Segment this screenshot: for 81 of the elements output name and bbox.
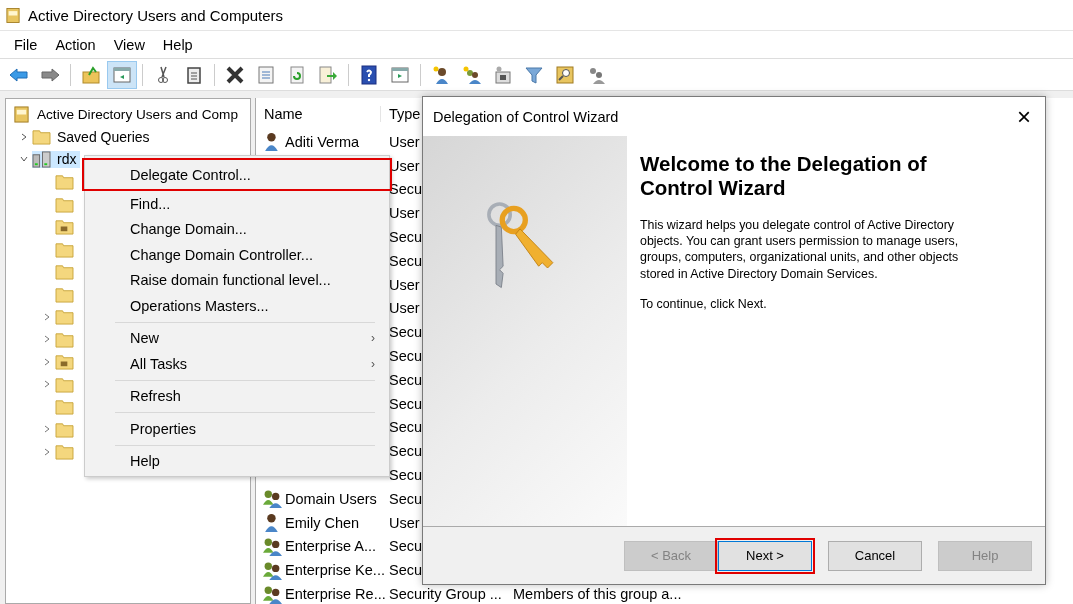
expand-chevron-icon[interactable] (43, 380, 51, 389)
menu-item[interactable]: Delegate Control... (82, 158, 392, 191)
table-cell-text: Secu (389, 324, 424, 341)
folder-icon[interactable] (55, 308, 74, 326)
expand-chevron-icon[interactable] (43, 357, 51, 366)
dialog-title: Delegation of Control Wizard (433, 108, 619, 125)
menu-item[interactable]: Find... (85, 191, 389, 217)
domain-icon (32, 150, 51, 168)
wizard-text: This wizard helps you delegate control of Active Directory objects. You can grant users permission to manage users, groups, computers, organizational units, and other objects stored in Active Directory Domain Services. (640, 217, 960, 282)
tree-item[interactable]: Saved Queries (32, 128, 154, 146)
folder-icon[interactable] (55, 398, 74, 416)
group-icon (263, 560, 282, 580)
console-tree-icon[interactable] (107, 60, 137, 89)
menu-item[interactable]: All Tasks › (85, 351, 389, 377)
collapse-chevron-icon[interactable] (20, 155, 28, 164)
folder-icon (32, 128, 51, 146)
container-folder-icon[interactable] (55, 353, 74, 371)
menu-item[interactable]: Operations Masters... (85, 293, 389, 319)
table-cell-text: Secu (389, 562, 424, 579)
table-cell[interactable]: Enterprise A... (285, 538, 377, 555)
table-cell-text: Security Group ... (389, 586, 503, 603)
table-cell-text: User (389, 133, 421, 150)
wizard-heading: Welcome to the Delegation of Control Wizard (640, 152, 928, 200)
table-cell-text: Secu (389, 538, 424, 555)
group-icon (263, 536, 282, 556)
menu-item[interactable]: Action (46, 36, 105, 53)
menu-item[interactable]: New › (85, 325, 389, 351)
expand-chevron-icon[interactable] (43, 425, 51, 434)
table-cell: Members of this group a... (513, 586, 682, 603)
expand-chevron-icon[interactable] (43, 447, 51, 456)
table-cell-text: User (389, 205, 421, 222)
table-cell-text: User (389, 300, 421, 317)
table-cell-text: Secu (389, 443, 424, 460)
menu-item[interactable]: Change Domain Controller... (85, 242, 389, 268)
group-icon (263, 584, 282, 604)
table-cell-text: Secu (389, 419, 424, 436)
table-cell-text: User (389, 514, 421, 531)
folder-icon[interactable] (55, 263, 74, 281)
table-cell-text: Secu (389, 348, 424, 365)
tree-item[interactable]: Active Directory Users and Comp (37, 106, 238, 122)
folder-icon[interactable] (55, 195, 74, 213)
folder-icon[interactable] (55, 173, 74, 191)
menu-item[interactable]: File (5, 36, 47, 53)
menu-item[interactable]: View (104, 36, 154, 53)
table-cell[interactable]: Domain Users (285, 490, 377, 507)
tree-item[interactable]: rdx (32, 150, 81, 168)
table-cell[interactable]: Enterprise Re... (285, 586, 386, 603)
container-folder-icon[interactable] (55, 218, 74, 236)
table-cell-text: Secu (389, 252, 424, 269)
table-cell-text: User (389, 276, 421, 293)
folder-icon[interactable] (55, 330, 74, 348)
table-cell-text: Secu (389, 395, 424, 412)
table-cell[interactable]: Enterprise Ke... (285, 562, 385, 579)
table-cell[interactable]: Emily Chen (285, 514, 360, 531)
menu-item[interactable]: Refresh (85, 383, 389, 409)
menu-item[interactable]: Change Domain... (85, 216, 389, 242)
app-icon (6, 6, 20, 24)
folder-icon[interactable] (55, 285, 74, 303)
table-cell-text: Secu (389, 229, 424, 246)
table-cell-text: Secu (389, 490, 424, 507)
window-title: Active Directory Users and Computers (28, 6, 284, 24)
table-cell[interactable]: Aditi Verma (285, 133, 360, 150)
expand-chevron-icon[interactable] (43, 312, 51, 321)
menu-item[interactable]: Help (153, 36, 202, 53)
book-icon (12, 105, 31, 123)
dialog-button[interactable]: Cancel (828, 540, 922, 571)
folder-icon[interactable] (55, 443, 74, 461)
wizard-text: To continue, click Next. (640, 295, 768, 312)
table-cell-text: Secu (389, 371, 424, 388)
menu-item[interactable]: Raise domain functional level... (85, 267, 389, 293)
column-header[interactable]: Name (256, 106, 381, 122)
column-header[interactable]: Type (381, 106, 421, 122)
menu-item[interactable]: Help (85, 448, 389, 474)
close-button[interactable]: × (1017, 104, 1031, 129)
expand-chevron-icon[interactable] (20, 132, 28, 141)
group-icon (263, 489, 282, 509)
menu-item[interactable]: Properties (85, 416, 389, 442)
dialog-button[interactable]: Next > (718, 540, 812, 571)
folder-icon[interactable] (55, 420, 74, 438)
table-cell-text: Secu (389, 467, 424, 484)
expand-chevron-icon[interactable] (43, 335, 51, 344)
